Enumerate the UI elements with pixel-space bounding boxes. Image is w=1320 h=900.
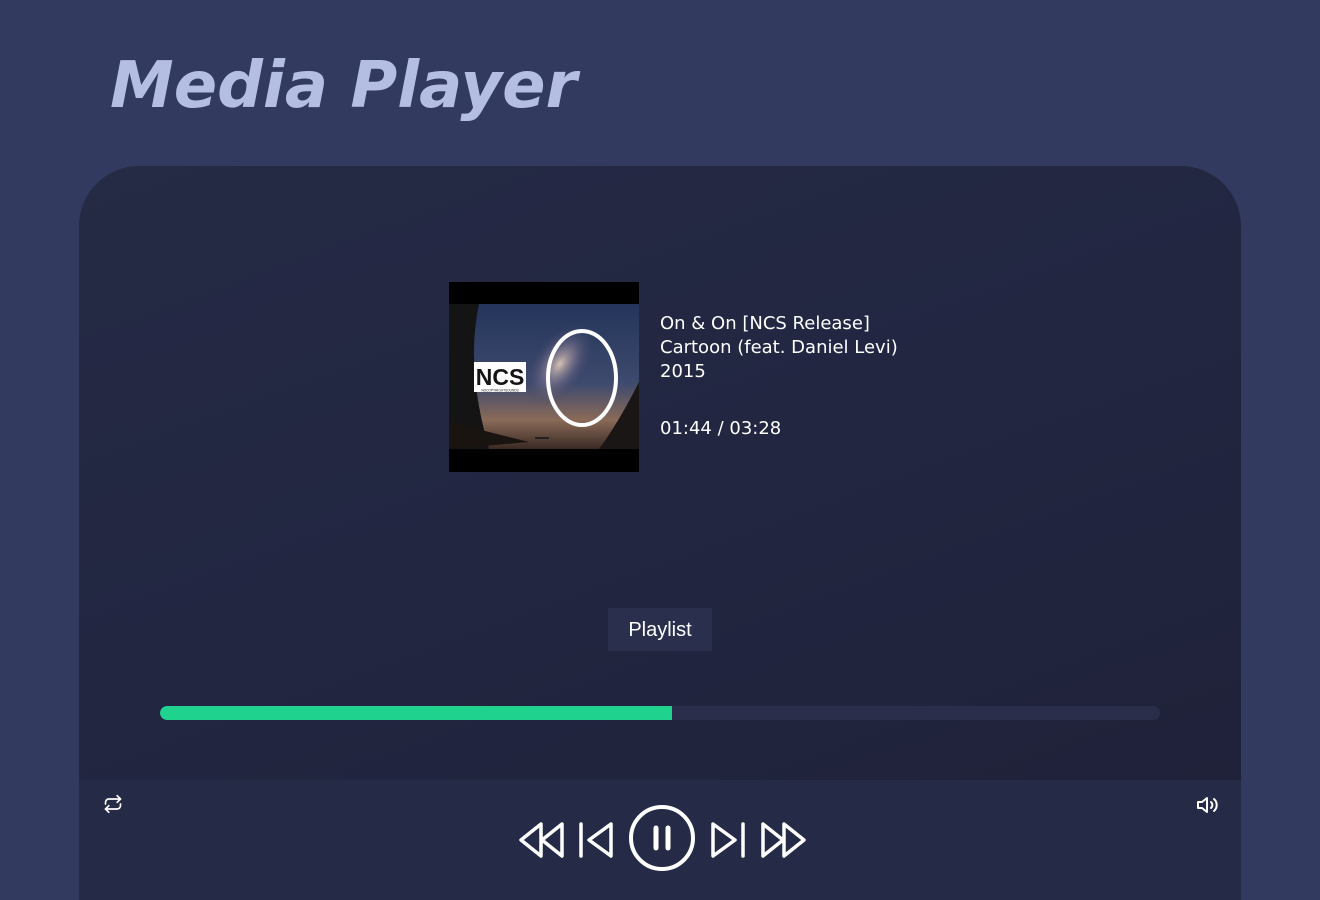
album-art: NCS NOCOPYRIGHTSOUNDS	[449, 282, 639, 472]
skip-next-icon[interactable]	[709, 820, 747, 860]
skip-previous-icon[interactable]	[577, 820, 615, 860]
repeat-icon[interactable]	[103, 794, 123, 814]
player-panel: NCS NOCOPYRIGHTSOUNDS On & On [NCS Relea…	[79, 166, 1241, 900]
ncs-logo-subtext: NOCOPYRIGHTSOUNDS	[481, 389, 518, 393]
page-title: Media Player	[110, 49, 578, 123]
track-year: 2015	[660, 361, 706, 382]
track-info: On & On [NCS Release] Cartoon (feat. Dan…	[660, 312, 898, 441]
playlist-button[interactable]: Playlist	[608, 608, 712, 651]
pause-button[interactable]	[628, 804, 696, 872]
progress-fill	[160, 706, 672, 720]
controls-bar	[79, 780, 1241, 900]
ncs-logo-text: NCS	[476, 364, 525, 390]
volume-icon[interactable]	[1196, 794, 1220, 816]
progress-bar[interactable]	[160, 706, 1160, 720]
media-player-page: Media Player NCS NOCOPYRIGHTSOUNDS On & …	[0, 0, 1320, 900]
fast-rewind-icon[interactable]	[517, 820, 567, 860]
track-title: On & On [NCS Release]	[660, 313, 870, 334]
fast-forward-icon[interactable]	[759, 820, 809, 860]
time-readout: 01:44 / 03:28	[660, 418, 782, 439]
track-artist: Cartoon (feat. Daniel Levi)	[660, 337, 898, 358]
